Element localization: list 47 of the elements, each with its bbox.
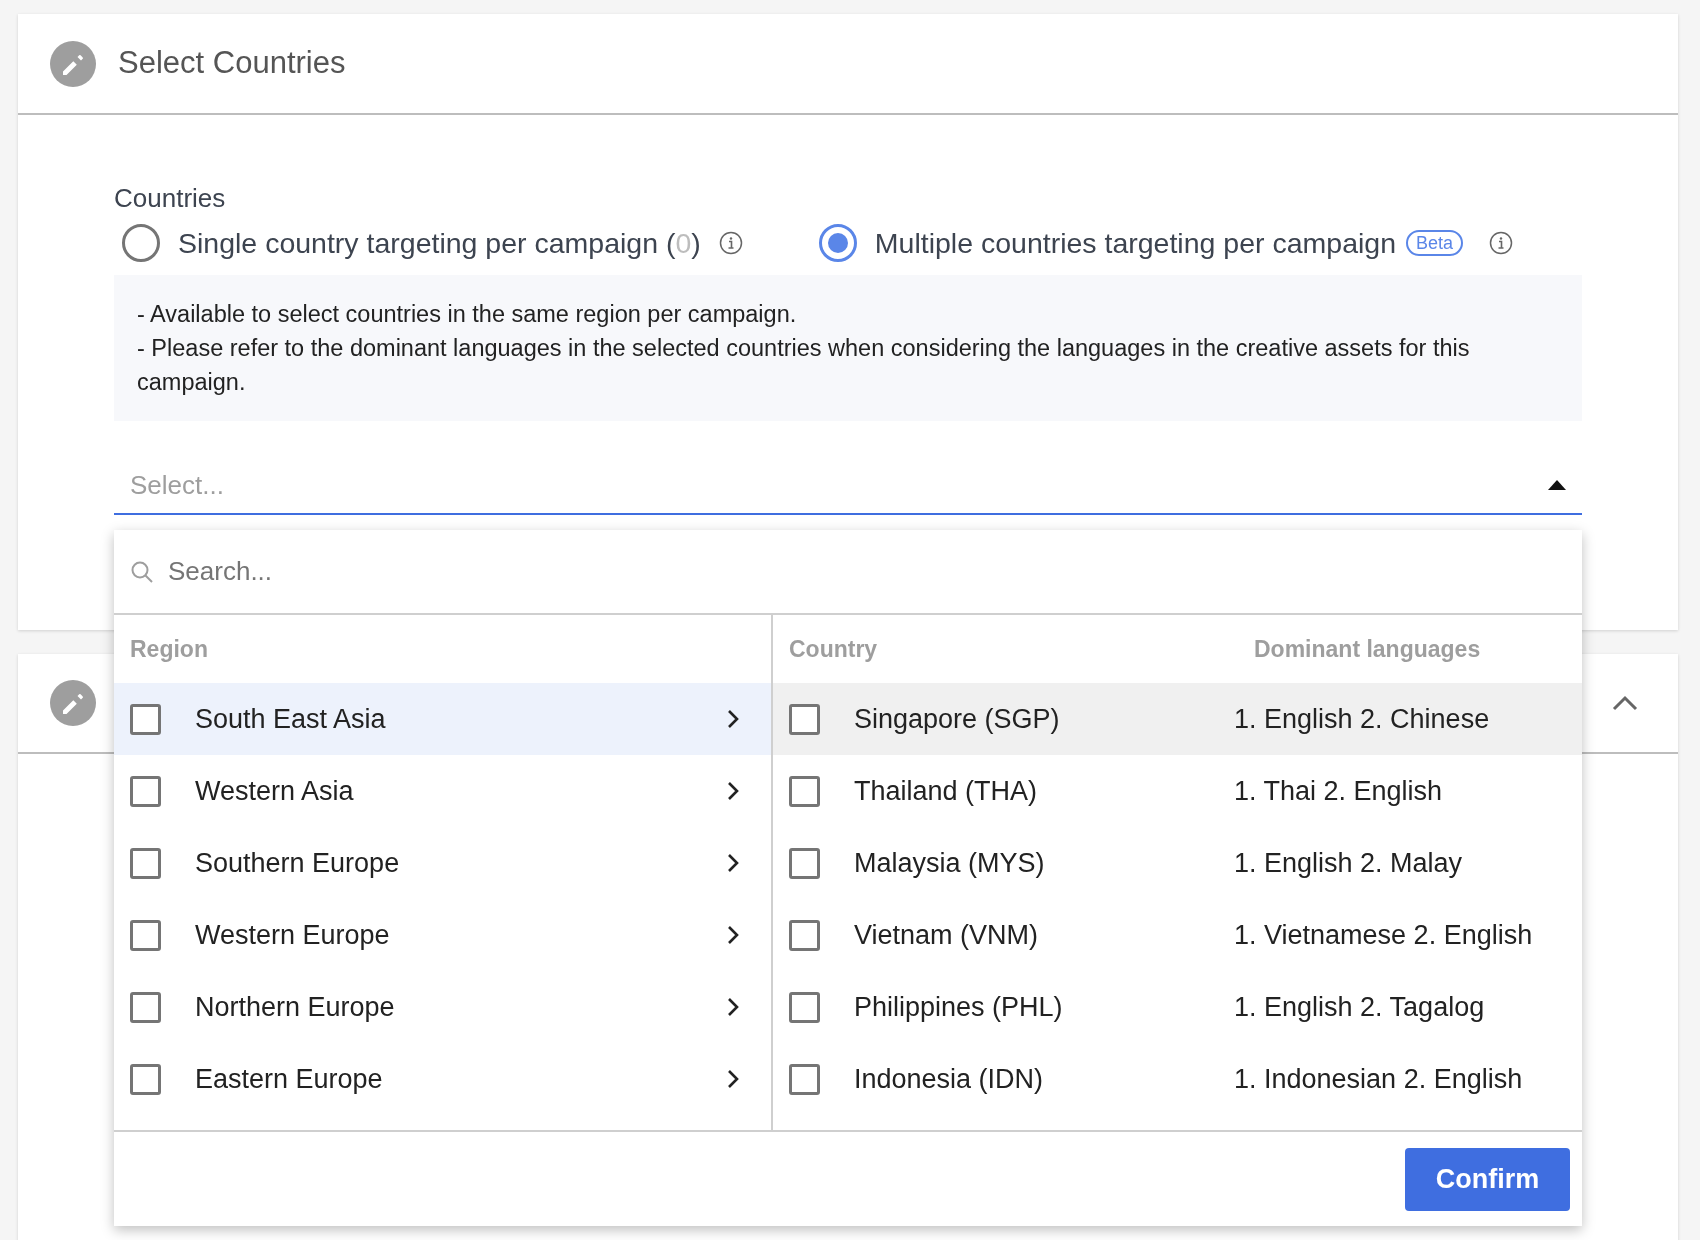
language-text: 1. Indonesian 2. English xyxy=(1234,1062,1523,1096)
checkbox[interactable] xyxy=(130,775,161,807)
checkbox[interactable] xyxy=(789,1063,820,1095)
search-icon xyxy=(130,559,154,584)
language-text: 1. Vietnamese 2. English xyxy=(1234,918,1533,952)
chevron-icon[interactable] xyxy=(1612,695,1638,711)
pencil-icon xyxy=(50,40,96,87)
radio-label[interactable]: Single country targeting per campaign (0) xyxy=(178,221,701,265)
checkbox[interactable] xyxy=(130,1063,161,1095)
checkbox[interactable] xyxy=(789,919,820,951)
checkbox[interactable] xyxy=(130,991,161,1023)
checkbox[interactable] xyxy=(789,991,820,1023)
pencil-icon xyxy=(50,680,96,726)
checkbox[interactable] xyxy=(130,919,161,951)
column-header: Country xyxy=(789,634,879,664)
chevron-right-icon xyxy=(727,925,739,945)
column-header: Dominant languages xyxy=(1254,634,1481,664)
chevron-right-icon xyxy=(727,781,739,801)
chevron-right-icon xyxy=(727,709,739,729)
note-line: - Available to select countries in the same region per campaign. xyxy=(137,300,798,329)
column-header: Region xyxy=(130,634,208,664)
checkbox[interactable] xyxy=(789,703,820,735)
radio-label[interactable]: Multiple countries targeting per campaign xyxy=(874,221,1396,265)
confirm-button[interactable]: Confirm xyxy=(1405,1147,1570,1211)
region-item[interactable]: South East Asia xyxy=(114,683,771,755)
language-text: 1. English 2. Malay xyxy=(1234,846,1463,880)
chevron-right-icon xyxy=(727,1069,739,1089)
chevron-right-icon xyxy=(727,853,739,873)
note-line: - Please refer to the dominant languages in the selected countries when considering the languages in the creative assets for this campaign. xyxy=(137,334,1471,397)
info-icon[interactable] xyxy=(1489,231,1514,255)
section-title: Select Countries xyxy=(118,44,346,83)
field-label: Countries xyxy=(114,183,227,213)
language-text: 1. English 2. Tagalog xyxy=(1234,990,1485,1024)
checkbox[interactable] xyxy=(789,847,820,879)
language-text: 1. English 2. Chinese xyxy=(1234,702,1490,736)
radio-button[interactable] xyxy=(818,224,857,262)
search-field[interactable]: Search... xyxy=(114,530,1582,615)
language-text: 1. Thai 2. English xyxy=(1234,774,1443,808)
radio-button[interactable] xyxy=(122,224,160,262)
info-icon[interactable] xyxy=(718,231,743,255)
chevron-right-icon xyxy=(727,997,739,1017)
checkbox[interactable] xyxy=(789,775,820,807)
beta-badge: Beta xyxy=(1406,230,1464,256)
country-item[interactable]: Singapore (SGP) 1. English 2. Chinese xyxy=(773,683,1582,755)
checkbox[interactable] xyxy=(130,703,161,735)
checkbox[interactable] xyxy=(130,847,161,879)
caret-icon xyxy=(1548,480,1566,490)
